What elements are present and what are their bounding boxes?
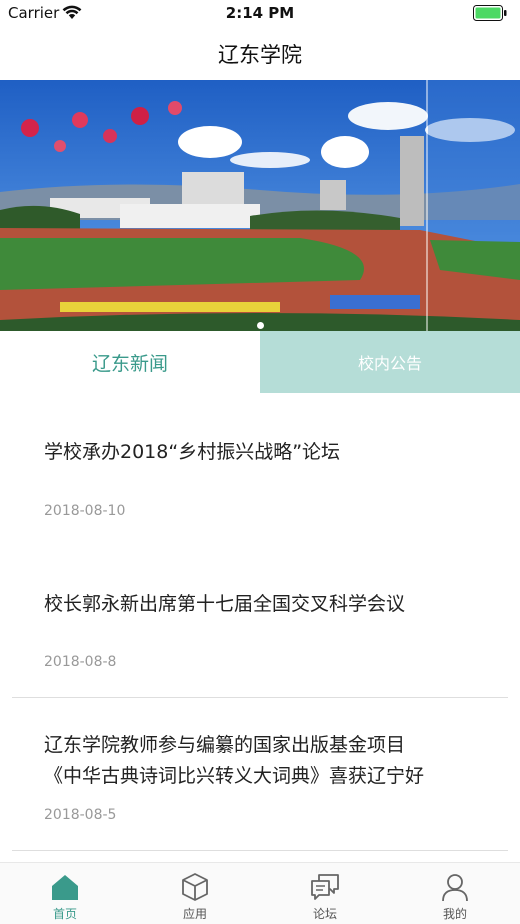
news-date: 2018-08-8 <box>44 654 117 670</box>
tab-label: 校内公告 <box>357 354 422 373</box>
tab-bar-label: 我的 <box>442 907 467 921</box>
home-icon <box>52 875 78 900</box>
cube-icon <box>182 873 208 901</box>
news-tabs: 辽东新闻 校内公告 <box>0 331 520 393</box>
tab-bar-profile[interactable]: 我的 <box>390 863 520 924</box>
news-title: 学校承办2018“乡村振兴战略”论坛 <box>44 441 341 463</box>
page-title: 辽东学院 <box>218 43 302 67</box>
carousel-page-indicator[interactable] <box>0 314 520 329</box>
page-dot[interactable] <box>256 322 264 329</box>
status-time: 2:14 PM <box>225 4 295 22</box>
banner-carousel[interactable] <box>0 80 520 331</box>
campus-photo <box>0 80 520 331</box>
tab-campus-notices[interactable]: 校内公告 <box>260 331 520 393</box>
news-title-line: 辽东学院教师参与编纂的国家出版基金项目 <box>44 734 406 756</box>
battery-icon <box>473 5 507 21</box>
status-bar: Carrier 2:14 PM <box>0 0 520 28</box>
news-title-line: 《中华古典诗词比兴转义大词典》喜获辽宁好 <box>44 765 425 787</box>
navigation-bar: 辽东学院 <box>0 28 520 80</box>
tab-bar-label: 应用 <box>182 907 207 921</box>
tab-liaodong-news[interactable]: 辽东新闻 <box>0 331 260 393</box>
news-date: 2018-08-5 <box>44 807 117 823</box>
bottom-tab-bar: 首页 应用 论坛 我的 <box>0 862 520 924</box>
list-item[interactable]: 校长郭永新出席第十七届全国交叉科学会议 2018-08-8 <box>0 545 520 697</box>
tab-bar-forum[interactable]: 论坛 <box>260 863 390 924</box>
tab-label: 辽东新闻 <box>91 352 168 375</box>
tab-bar-label: 论坛 <box>312 907 337 921</box>
tab-bar-apps[interactable]: 应用 <box>130 863 260 924</box>
news-title: 辽东学院教师参与编纂的国家出版基金项目 《中华古典诗词比兴转义大词典》喜获辽宁好 <box>44 730 504 792</box>
news-date: 2018-08-10 <box>44 503 126 519</box>
news-title: 校长郭永新出席第十七届全国交叉科学会议 <box>44 593 406 615</box>
tab-bar-home[interactable]: 首页 <box>0 863 130 924</box>
chat-icon <box>311 874 339 900</box>
divider <box>12 850 508 851</box>
tab-bar-label: 首页 <box>52 907 77 921</box>
list-item[interactable]: 学校承办2018“乡村振兴战略”论坛 2018-08-10 <box>0 393 520 545</box>
list-item[interactable]: 辽东学院教师参与编纂的国家出版基金项目 《中华古典诗词比兴转义大词典》喜获辽宁好… <box>0 698 520 850</box>
person-icon <box>442 874 468 902</box>
